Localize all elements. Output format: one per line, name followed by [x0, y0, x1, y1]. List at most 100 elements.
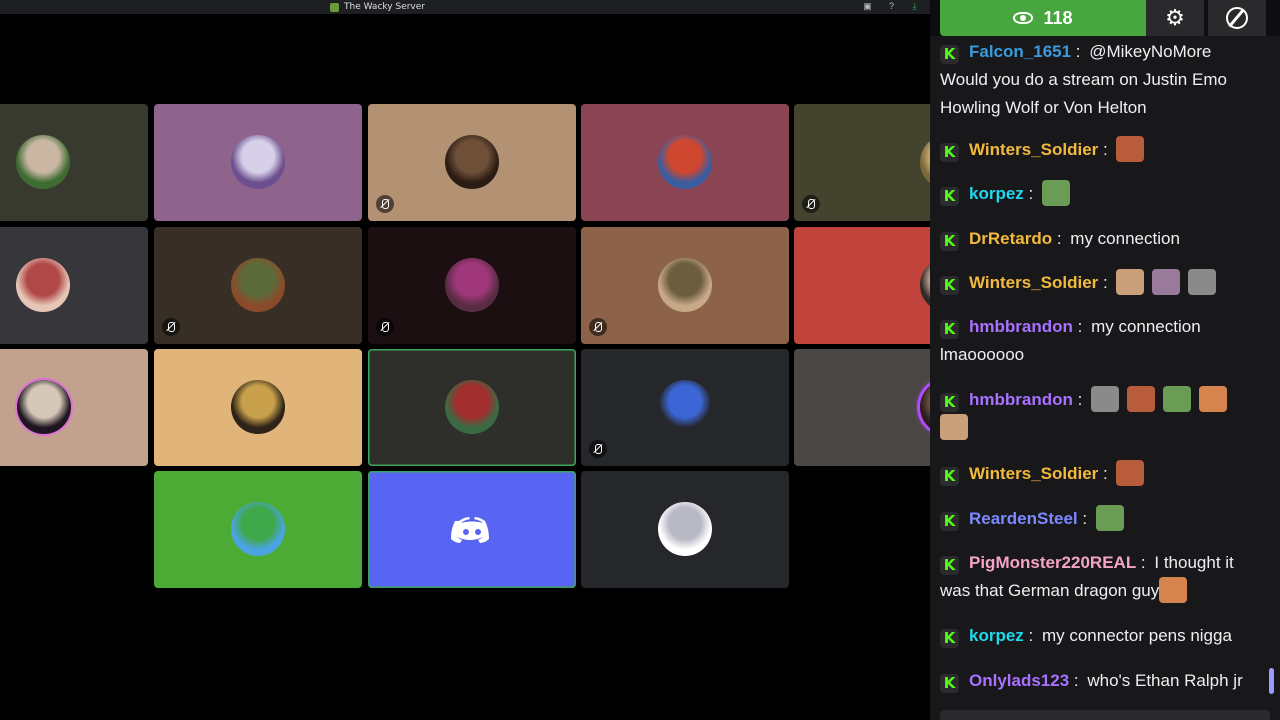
- chat-separator: :: [1052, 229, 1067, 248]
- participant-tile[interactable]: [0, 104, 148, 221]
- participant-avatar: [658, 135, 712, 189]
- chat-emote: [1041, 180, 1070, 206]
- participant-tile[interactable]: [154, 104, 362, 221]
- kick-badge-icon: K: [940, 143, 959, 162]
- participant-tile[interactable]: [0, 349, 148, 466]
- participant-tile[interactable]: [368, 227, 576, 344]
- chat-message: K Onlylads123 : who's Ethan Ralph jr: [940, 667, 1260, 695]
- kick-badge-icon: K: [940, 232, 959, 251]
- participant-tile[interactable]: [154, 471, 362, 588]
- chat-username[interactable]: korpez: [969, 626, 1024, 645]
- chat-emote: [1152, 269, 1181, 295]
- window-title: The Wacky Server: [344, 2, 425, 12]
- chat-username[interactable]: Winters_Soldier: [969, 140, 1098, 159]
- chat-message: K PigMonster220REAL : I thought it was th…: [940, 549, 1260, 605]
- chat-message: K Winters_Soldier :: [940, 269, 1260, 297]
- chat-separator: :: [1069, 671, 1084, 690]
- participant-tile[interactable]: [581, 349, 789, 466]
- chat-separator: :: [1098, 273, 1113, 292]
- chat-input-edge: [940, 710, 1270, 720]
- discord-logo-icon: [445, 502, 499, 556]
- mic-muted-icon: [162, 318, 180, 336]
- participant-avatar: [17, 380, 71, 434]
- chat-message: K ReardenSteel :: [940, 505, 1260, 533]
- download-icon[interactable]: ⤓: [909, 1, 920, 12]
- help-icon[interactable]: ?: [886, 1, 897, 12]
- kick-badge-icon: K: [940, 556, 959, 575]
- participant-tile[interactable]: [154, 349, 362, 466]
- chat-username[interactable]: hmbbrandon: [969, 317, 1073, 336]
- participant-tile[interactable]: [368, 104, 576, 221]
- participant-tile[interactable]: [581, 104, 789, 221]
- chat-message: K Winters_Soldier :: [940, 136, 1260, 164]
- kick-badge-icon: K: [940, 45, 959, 64]
- chat-emote: [1188, 269, 1217, 295]
- chat-message: K Winters_Soldier :: [940, 460, 1260, 488]
- chat-separator: :: [1072, 390, 1088, 409]
- chat-header: 118 ⚙: [930, 0, 1280, 36]
- participant-tile[interactable]: [0, 227, 148, 344]
- kick-badge-icon: K: [940, 674, 959, 693]
- chat-emote: [1199, 386, 1228, 412]
- participant-avatar: [445, 258, 499, 312]
- chat-emote: [1159, 577, 1188, 603]
- participant-avatar: [16, 135, 70, 189]
- chat-separator: :: [1136, 553, 1151, 572]
- participant-tile[interactable]: [368, 471, 576, 588]
- mic-muted-icon: [589, 318, 607, 336]
- participant-avatar: [231, 258, 285, 312]
- chat-separator: :: [1072, 317, 1088, 336]
- viewer-count-button[interactable]: 118: [940, 0, 1146, 36]
- mic-muted-icon: [376, 195, 394, 213]
- chat-emote: [1163, 386, 1192, 412]
- chat-emote: [1127, 386, 1156, 412]
- participant-avatar: [920, 380, 930, 434]
- inbox-icon[interactable]: ▣: [862, 1, 873, 12]
- participant-avatar: [16, 258, 70, 312]
- kick-badge-icon: K: [940, 512, 959, 531]
- participant-tile[interactable]: [368, 349, 576, 466]
- chat-separator: :: [1077, 509, 1092, 528]
- participant-tile[interactable]: [154, 227, 362, 344]
- participant-avatar: [658, 502, 712, 556]
- chat-username[interactable]: DrRetardo: [969, 229, 1052, 248]
- participant-tile[interactable]: [581, 227, 789, 344]
- participant-tile[interactable]: [794, 349, 930, 466]
- chat-scrollbar-thumb[interactable]: [1269, 668, 1274, 694]
- mic-muted-icon: [376, 318, 394, 336]
- chat-username[interactable]: Onlylads123: [969, 671, 1069, 690]
- title-bar: The Wacky Server ▣ ? ⤓: [0, 0, 930, 14]
- chat-separator: :: [1098, 464, 1113, 483]
- participant-avatar: [231, 135, 285, 189]
- participant-tile[interactable]: [581, 471, 789, 588]
- chat-username[interactable]: hmbbrandon: [969, 390, 1073, 409]
- settings-button[interactable]: ⚙: [1146, 0, 1204, 36]
- chat-emote: [1116, 460, 1145, 486]
- participant-avatar: [920, 135, 930, 189]
- kick-badge-icon: K: [940, 629, 959, 648]
- chat-message: K DrRetardo : my connection: [940, 225, 1260, 253]
- participant-avatar: [920, 258, 930, 312]
- voice-call-window: The Wacky Server ▣ ? ⤓: [0, 0, 930, 720]
- chat-message: Kkorpez :: [940, 180, 1260, 208]
- participant-avatar: [658, 380, 712, 434]
- chat-message: Khmbbrandon : my connection lmaoooooo: [940, 313, 1260, 369]
- chat-username[interactable]: PigMonster220REAL: [969, 553, 1136, 572]
- chat-username[interactable]: Winters_Soldier: [969, 464, 1098, 483]
- participant-avatar: [231, 380, 285, 434]
- participant-avatar: [231, 502, 285, 556]
- participant-tile[interactable]: [794, 227, 930, 344]
- chat-username[interactable]: Winters_Soldier: [969, 273, 1098, 292]
- kick-badge-icon: K: [940, 187, 959, 206]
- chat-text: my connector pens nigga: [1041, 626, 1232, 645]
- mic-muted-icon: [589, 440, 607, 458]
- chat-username[interactable]: korpez: [969, 184, 1024, 203]
- kick-badge-icon: K: [940, 393, 959, 412]
- participant-tile[interactable]: [794, 104, 930, 221]
- popout-button[interactable]: [1208, 0, 1266, 36]
- chat-username[interactable]: ReardenSteel: [969, 509, 1078, 528]
- chat-message: Khmbbrandon :: [940, 386, 1260, 442]
- chat-text: my connection: [1070, 229, 1180, 248]
- gear-icon: ⚙: [1165, 5, 1185, 30]
- chat-username[interactable]: Falcon_1651: [969, 42, 1071, 61]
